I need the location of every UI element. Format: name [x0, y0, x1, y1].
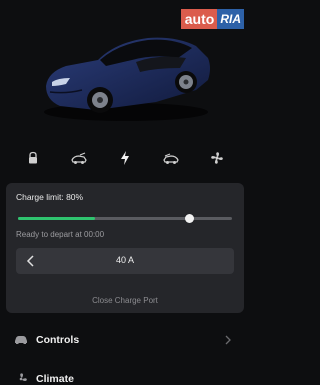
menu-item-climate[interactable]: Climate — [36, 373, 74, 385]
frunk-icon — [163, 153, 179, 164]
car-image — [44, 37, 210, 121]
battery-level-fill — [18, 217, 96, 220]
watermark-ria: RIA — [217, 9, 244, 29]
quick-controls-row — [10, 146, 240, 170]
frunk-button[interactable] — [158, 146, 184, 170]
trunk-button[interactable] — [66, 146, 92, 170]
charge-button[interactable] — [112, 146, 138, 170]
climate-fan-button[interactable] — [204, 146, 230, 170]
charge-limit-label: Charge limit: 80% — [16, 192, 84, 202]
lock-icon — [29, 151, 37, 164]
fan-icon — [211, 152, 223, 164]
car-icon — [15, 336, 27, 344]
depart-time-text: Ready to depart at 00:00 — [16, 230, 105, 239]
watermark-logo: auto RIA — [180, 8, 244, 30]
watermark-auto: auto — [180, 9, 218, 29]
charge-current-value: 40 A — [115, 255, 135, 265]
close-charge-port-button[interactable]: Close Charge Port — [6, 296, 244, 305]
fan-icon — [19, 373, 27, 382]
charge-limit-slider-thumb[interactable] — [184, 214, 194, 223]
chevron-right-icon — [225, 335, 231, 345]
lock-button[interactable] — [20, 146, 46, 170]
charge-icon — [121, 151, 129, 165]
header-partial-text: · · · · · · — [62, 0, 96, 5]
menu-item-controls[interactable]: Controls — [36, 334, 79, 346]
trunk-icon — [71, 152, 87, 164]
